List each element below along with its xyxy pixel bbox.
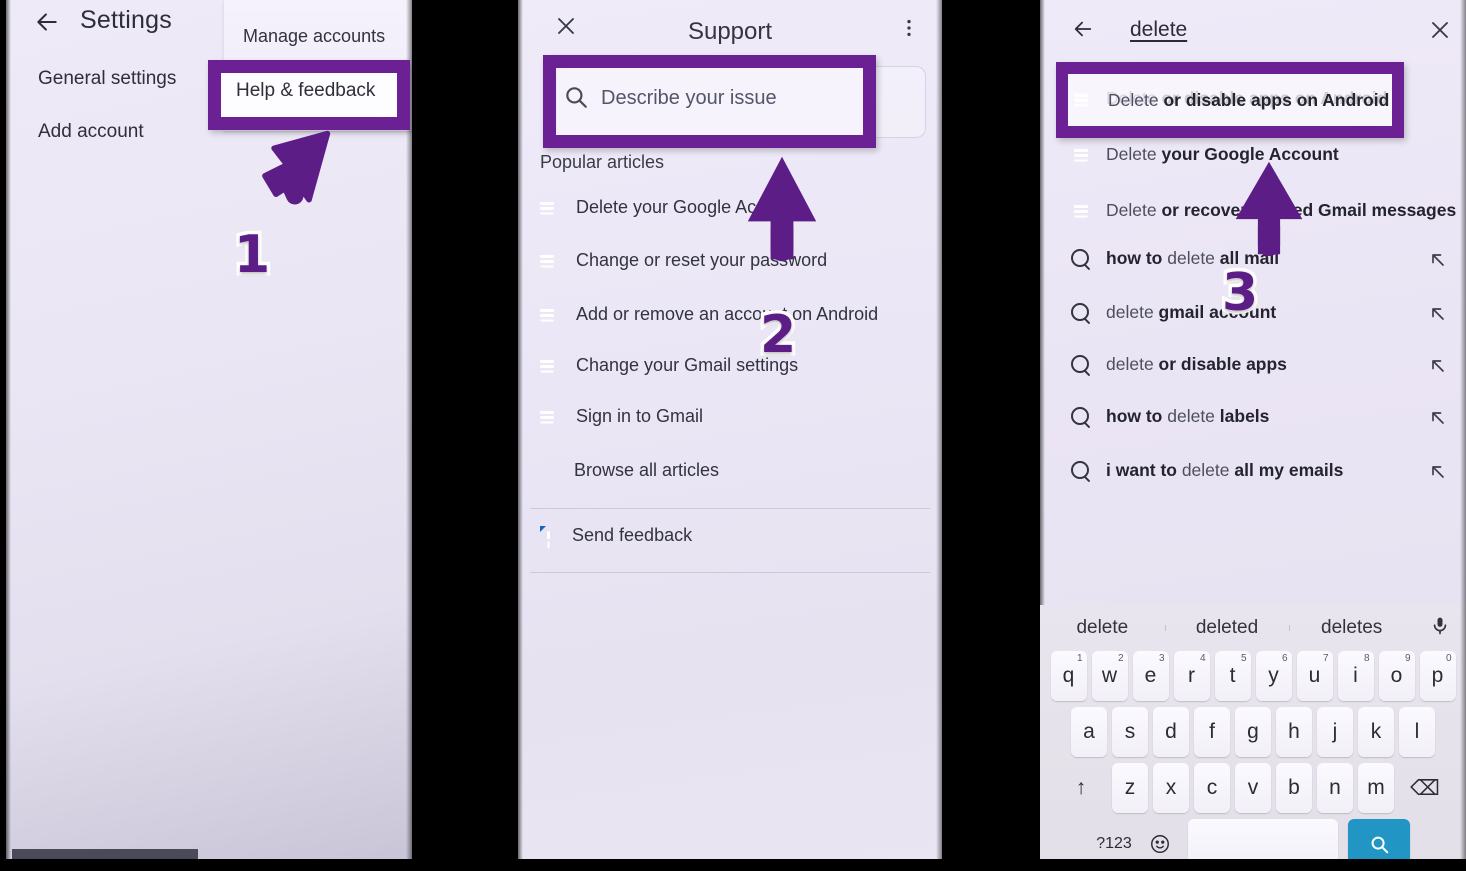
browse-all-label: Browse all articles: [574, 460, 720, 480]
article-label: Add or remove an account on Android: [576, 304, 879, 324]
key-n[interactable]: n: [1317, 763, 1353, 813]
key-b[interactable]: b: [1276, 763, 1312, 813]
arrow-up-left-icon[interactable]: [1428, 408, 1448, 428]
microphone-icon[interactable]: [1414, 615, 1466, 642]
search-icon: [1070, 460, 1092, 487]
back-arrow-icon[interactable]: [34, 9, 60, 35]
key-l[interactable]: l: [1399, 707, 1435, 757]
send-feedback-label: Send feedback: [572, 525, 693, 545]
key-t[interactable]: t5: [1214, 651, 1251, 701]
pointer-arrow-1: [262, 130, 331, 205]
device-edge-left: [6, 0, 11, 871]
browse-all-articles-link[interactable]: Browse all articles: [518, 449, 942, 500]
search-icon: [1070, 302, 1092, 329]
key-a[interactable]: a: [1071, 707, 1107, 757]
key-f[interactable]: f: [1194, 707, 1230, 757]
search-icon: [1070, 248, 1092, 275]
suggestion-label: i want to delete all my emails: [1106, 460, 1344, 480]
page-title: Support: [687, 18, 773, 45]
support-appbar: Support: [518, 0, 942, 56]
device-edge-right: [936, 0, 942, 871]
key-q[interactable]: q1: [1050, 651, 1087, 701]
search-icon: [1070, 354, 1092, 381]
on-screen-keyboard: delete deleted deletes q1 w2 e3 r4 t5 y6…: [1040, 605, 1466, 871]
key-r[interactable]: r4: [1173, 651, 1210, 701]
search-icon: [1070, 406, 1092, 433]
keyboard-row-2: a s d f g h j k l: [1040, 707, 1466, 757]
key-j[interactable]: j: [1317, 707, 1353, 757]
key-d[interactable]: d: [1153, 707, 1189, 757]
sidebar-item-add-account[interactable]: Add account: [38, 121, 144, 143]
key-y[interactable]: y6: [1255, 651, 1292, 701]
backspace-key[interactable]: ⌫: [1399, 763, 1451, 813]
close-icon[interactable]: [1428, 18, 1452, 42]
search-appbar: delete: [1040, 0, 1466, 56]
step-number-1: 1: [230, 222, 273, 289]
arrow-up-left-icon[interactable]: [1428, 304, 1448, 324]
pointer-arrow-2: [747, 156, 817, 262]
search-input[interactable]: Describe your issue: [601, 87, 777, 110]
list-item-article[interactable]: Sign in to Gmail: [518, 395, 942, 446]
key-v[interactable]: v: [1235, 763, 1271, 813]
step-number-3: 3: [1218, 260, 1261, 327]
article-label: Sign in to Gmail: [576, 406, 704, 426]
keyboard-suggestion-strip: delete deleted deletes: [1040, 605, 1466, 651]
shift-key[interactable]: ↑: [1055, 763, 1107, 813]
more-vertical-icon[interactable]: [898, 16, 920, 40]
key-i[interactable]: i8: [1337, 651, 1374, 701]
result-row-suggestion[interactable]: i want to delete all my emails: [1040, 446, 1466, 500]
arrow-up-left-icon[interactable]: [1428, 250, 1448, 270]
device-edge-right: [1460, 0, 1466, 871]
arrow-up-left-icon[interactable]: [1428, 462, 1448, 482]
highlighted-result-label[interactable]: Delete or disable apps on Android: [1108, 90, 1389, 111]
result-row-suggestion[interactable]: how to delete labels: [1040, 392, 1466, 446]
search-input[interactable]: delete: [1130, 18, 1187, 42]
suggestion-label: how to delete labels: [1106, 406, 1270, 426]
key-c[interactable]: c: [1194, 763, 1230, 813]
key-e[interactable]: e3: [1132, 651, 1169, 701]
result-row-suggestion[interactable]: delete or disable apps: [1040, 340, 1466, 394]
key-z[interactable]: z: [1112, 763, 1148, 813]
keyboard-suggestion[interactable]: deletes: [1289, 617, 1414, 639]
send-feedback-row[interactable]: Send feedback: [518, 514, 942, 565]
keyboard-row-1: q1 w2 e3 r4 t5 y6 u7 i8 o9 p0: [1040, 651, 1466, 701]
bottom-letterbox: [0, 859, 1466, 871]
pointer-arrow-3: [1235, 161, 1303, 257]
sidebar-item-general-settings[interactable]: General settings: [38, 68, 176, 90]
back-arrow-icon[interactable]: [1070, 18, 1096, 40]
list-item-article[interactable]: Change or reset your password: [518, 239, 942, 290]
device-edge-right: [406, 0, 412, 871]
keyboard-suggestion[interactable]: deleted: [1164, 617, 1290, 639]
list-item-article[interactable]: Add or remove an account on Android: [518, 293, 942, 344]
menu-item-help-feedback[interactable]: Help & feedback: [236, 80, 375, 102]
tutorial-screenshot: Manage accounts Settings General setting…: [0, 0, 1466, 871]
panel-settings: Manage accounts Settings General setting…: [6, 0, 412, 871]
step-number-2: 2: [756, 302, 799, 369]
key-m[interactable]: m: [1358, 763, 1394, 813]
arrow-up-left-icon[interactable]: [1428, 356, 1448, 376]
keyboard-row-3: ↑ z x c v b n m ⌫: [1040, 763, 1466, 813]
key-g[interactable]: g: [1235, 707, 1271, 757]
key-h[interactable]: h: [1276, 707, 1312, 757]
key-k[interactable]: k: [1358, 707, 1394, 757]
list-item-article[interactable]: Change your Gmail settings: [518, 344, 942, 395]
suggestion-label: delete or disable apps: [1106, 354, 1287, 374]
key-o[interactable]: o9: [1378, 651, 1415, 701]
list-divider: [530, 508, 930, 509]
page-title: Settings: [80, 6, 172, 34]
key-p[interactable]: p0: [1419, 651, 1456, 701]
key-w[interactable]: w2: [1091, 651, 1128, 701]
key-u[interactable]: u7: [1296, 651, 1333, 701]
key-s[interactable]: s: [1112, 707, 1148, 757]
keyboard-suggestion[interactable]: delete: [1040, 617, 1165, 639]
search-icon[interactable]: [563, 84, 589, 110]
list-divider: [530, 572, 930, 573]
list-item-article[interactable]: Delete your Google Account: [518, 186, 942, 237]
article-icon: [1070, 89, 1092, 111]
key-x[interactable]: x: [1153, 763, 1189, 813]
section-title-popular-articles: Popular articles: [540, 152, 665, 172]
settings-appbar: Settings: [6, 0, 412, 48]
